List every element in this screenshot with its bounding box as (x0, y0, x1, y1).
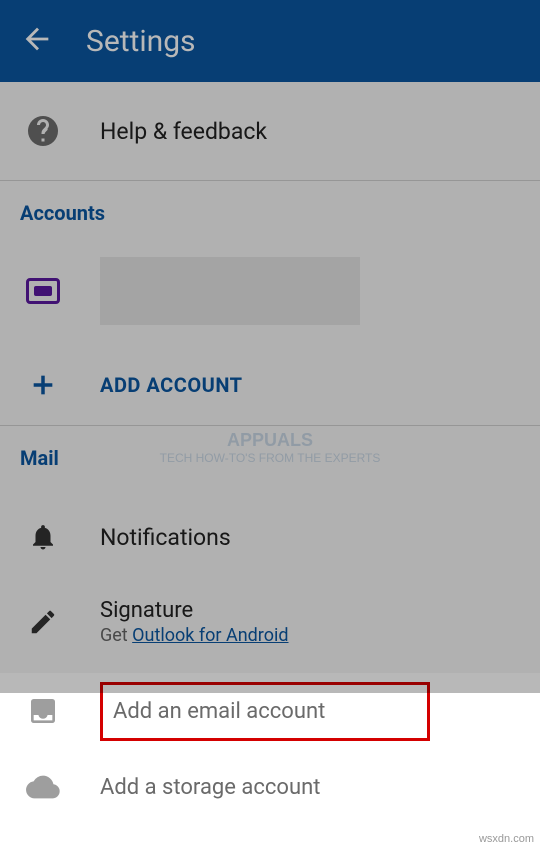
inbox-icon (20, 695, 66, 727)
account-email-redacted (100, 257, 360, 325)
plus-icon (20, 371, 66, 399)
help-feedback-row[interactable]: Help & feedback (0, 82, 540, 180)
add-account-row[interactable]: ADD ACCOUNT (0, 345, 540, 425)
mail-section-header: Mail (0, 426, 540, 482)
add-account-label: ADD ACCOUNT (100, 373, 243, 397)
signature-block: Signature Get Outlook for Android (100, 598, 289, 646)
notifications-label: Notifications (100, 524, 231, 551)
add-email-account-row[interactable]: Add an email account (0, 673, 540, 749)
signature-row[interactable]: Signature Get Outlook for Android (0, 582, 540, 662)
add-storage-account-label: Add a storage account (100, 775, 320, 800)
help-icon (20, 113, 66, 149)
account-row[interactable] (0, 237, 540, 345)
outlook-android-link[interactable]: Outlook for Android (132, 625, 288, 646)
pencil-icon (20, 607, 66, 637)
back-arrow-icon[interactable] (20, 22, 54, 60)
yahoo-mail-icon (20, 278, 66, 304)
help-feedback-label: Help & feedback (100, 118, 267, 145)
bottom-sheet: Add an email account Add a storage accou… (0, 673, 540, 825)
page-title: Settings (86, 24, 196, 59)
signature-subtitle: Get Outlook for Android (100, 625, 289, 646)
app-bar: Settings (0, 0, 540, 82)
highlight-box: Add an email account (100, 682, 430, 741)
signature-title: Signature (100, 598, 289, 623)
bell-icon (20, 522, 66, 552)
source-watermark: wsxdn.com (479, 833, 534, 845)
accounts-section-header: Accounts (0, 181, 540, 237)
signature-prefix: Get (100, 625, 132, 646)
cloud-icon (20, 770, 66, 804)
notifications-row[interactable]: Notifications (0, 492, 540, 582)
add-storage-account-row[interactable]: Add a storage account (0, 749, 540, 825)
add-email-account-label: Add an email account (113, 699, 325, 724)
